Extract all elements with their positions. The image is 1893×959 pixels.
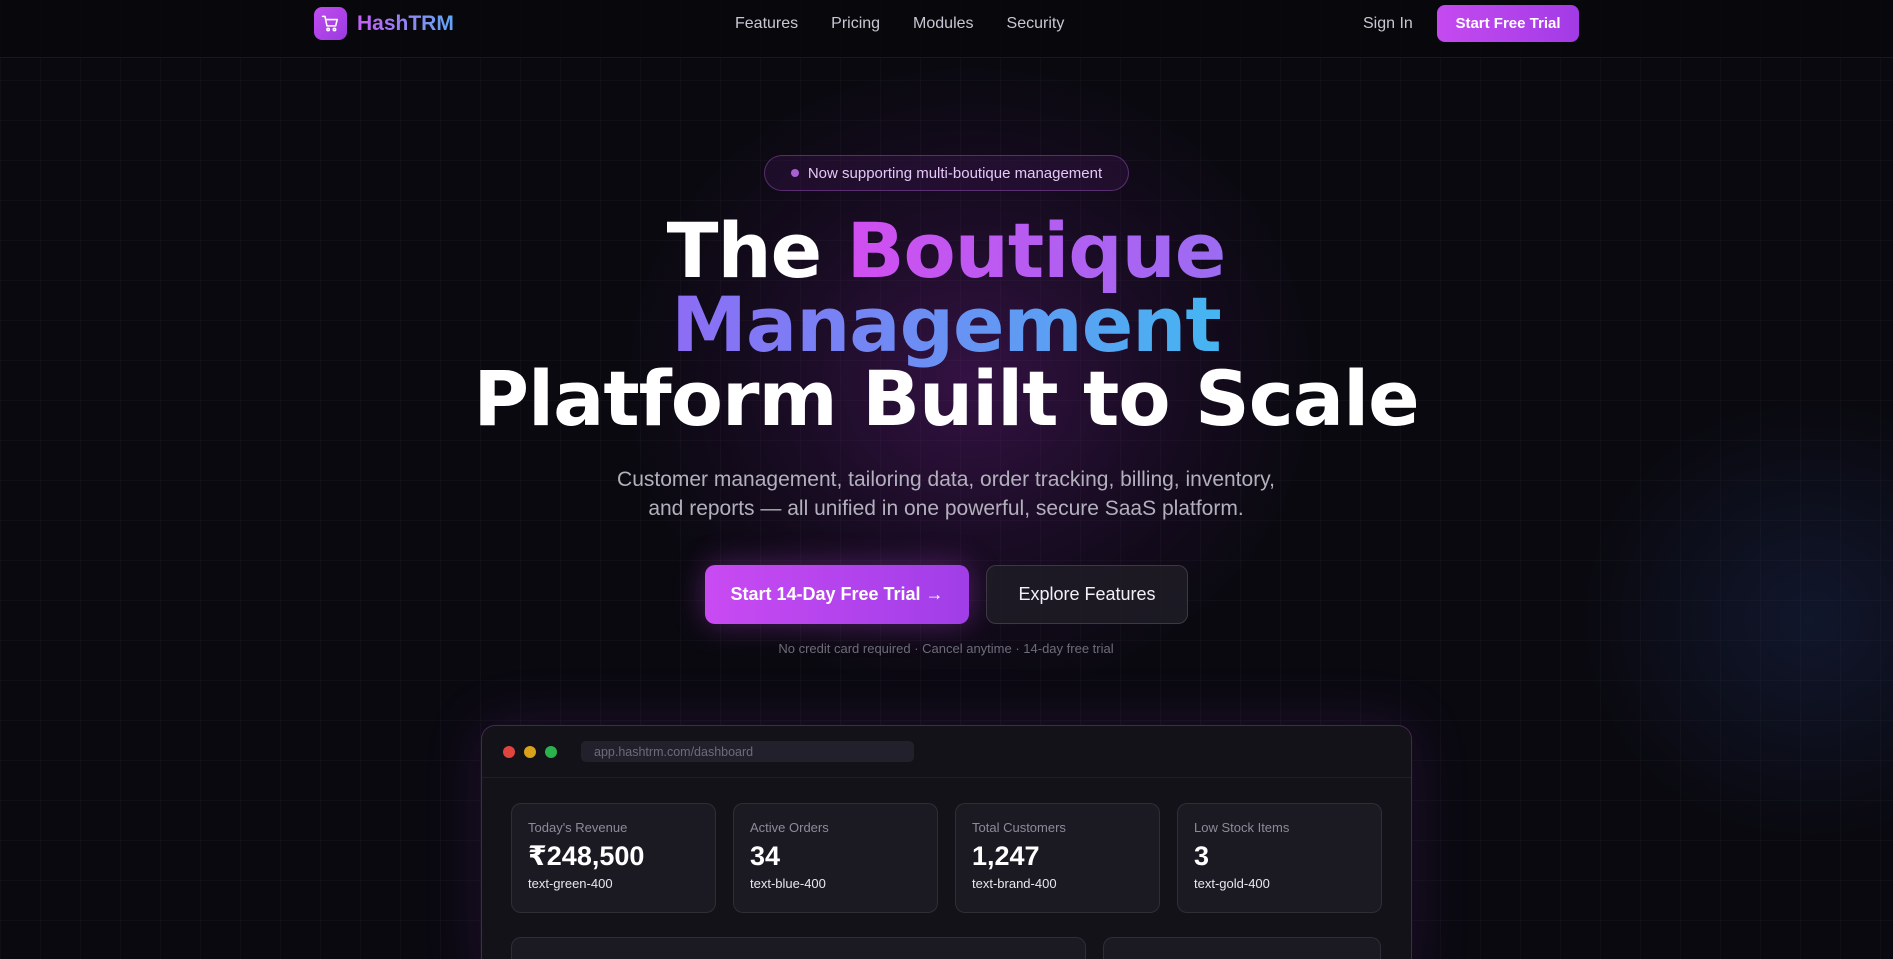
- url-bar: app.hashtrm.com/dashboard: [581, 741, 914, 762]
- hero-headline: The Boutique Management Platform Built t…: [446, 213, 1446, 437]
- dashboard-panel-right: [1103, 937, 1381, 959]
- hero-subheading: Customer management, tailoring data, ord…: [546, 465, 1346, 523]
- stat-label: Today's Revenue: [528, 820, 628, 835]
- top-navbar: HashTRM Features Pricing Modules Securit…: [0, 0, 1893, 58]
- nav-link-features[interactable]: Features: [735, 15, 798, 33]
- window-close-dot-icon: [503, 745, 515, 758]
- stat-label: Active Orders: [750, 820, 829, 835]
- nav-links: Features Pricing Modules Security: [735, 15, 1064, 33]
- nav-link-pricing[interactable]: Pricing: [831, 15, 880, 33]
- brand-name: HashTRM: [357, 11, 454, 35]
- start-free-trial-button[interactable]: Start Free Trial: [1437, 5, 1579, 42]
- blue-glow: [1560, 380, 1893, 860]
- badge-dot-icon: [790, 169, 799, 177]
- badge-text: Now supporting multi-boutique management: [807, 164, 1103, 182]
- stat-card-customers: Total Customers 1,247 text-brand-400: [955, 803, 1160, 913]
- stat-card-low-stock: Low Stock Items 3 text-gold-400: [1177, 803, 1382, 913]
- stat-value: 3: [1194, 841, 1210, 871]
- announcement-badge: Now supporting multi-boutique management: [764, 155, 1129, 191]
- explore-features-button[interactable]: Explore Features: [986, 565, 1188, 624]
- headline-part-4: Platform Built to Scale: [473, 354, 1419, 443]
- stat-card-orders: Active Orders 34 text-blue-400: [733, 803, 938, 913]
- nav-link-modules[interactable]: Modules: [913, 15, 973, 33]
- stat-class-text: text-gold-400: [1194, 876, 1270, 891]
- shopping-cart-icon: [314, 7, 347, 40]
- start-trial-button[interactable]: Start 14-Day Free Trial →: [705, 565, 969, 624]
- nav-link-security[interactable]: Security: [1007, 15, 1065, 33]
- window-minimize-dot-icon: [524, 745, 536, 758]
- brand-logo[interactable]: HashTRM: [314, 7, 454, 40]
- stat-label: Low Stock Items: [1194, 820, 1290, 835]
- stat-cards: Today's Revenue ₹248,500 text-green-400 …: [511, 803, 1382, 913]
- stat-class-text: text-blue-400: [750, 876, 826, 891]
- subhead-line-2: and reports — all unified in one powerfu…: [648, 497, 1244, 520]
- stat-value: 1,247: [972, 841, 1040, 871]
- subhead-line-1: Customer management, tailoring data, ord…: [617, 468, 1275, 491]
- stat-label: Total Customers: [972, 820, 1066, 835]
- landing-page: HashTRM Features Pricing Modules Securit…: [0, 0, 1893, 959]
- stat-value: ₹248,500: [528, 841, 645, 871]
- stat-class-text: text-green-400: [528, 876, 613, 891]
- dashboard-preview: app.hashtrm.com/dashboard Today's Revenu…: [481, 725, 1412, 959]
- sign-in-link[interactable]: Sign In: [1363, 15, 1413, 33]
- window-maximize-dot-icon: [545, 745, 557, 758]
- stat-value: 34: [750, 841, 781, 871]
- browser-toolbar: app.hashtrm.com/dashboard: [482, 726, 1411, 778]
- stat-card-revenue: Today's Revenue ₹248,500 text-green-400: [511, 803, 716, 913]
- trial-fineprint: No credit card required · Cancel anytime…: [778, 641, 1114, 656]
- stat-class-text: text-brand-400: [972, 876, 1057, 891]
- dashboard-panel-left: [511, 937, 1086, 959]
